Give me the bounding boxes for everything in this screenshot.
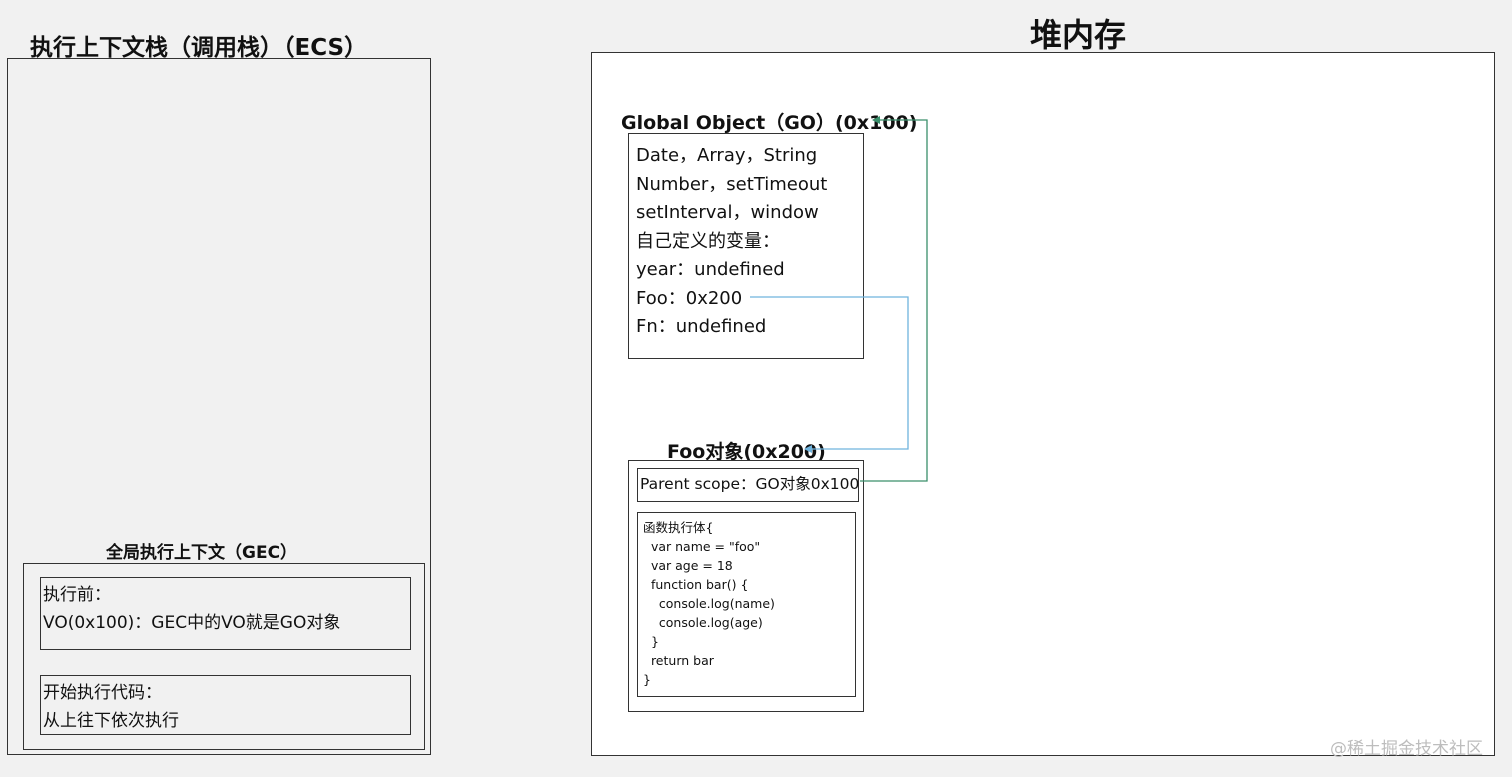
code-line: function bar() { [643,577,749,592]
go-line: 自己定义的变量： [636,230,780,252]
gec-before-line1: 执行前： [43,585,111,605]
go-line: Date，Array，String [636,145,818,166]
go-line: setInterval，window [636,202,819,223]
gec-start-box: 开始执行代码： 从上往下依次执行 [40,675,411,735]
code-line: } [643,672,651,687]
code-line: var name = "foo" [643,539,761,554]
parent-scope: Parent scope：GO对象0x100 [637,468,859,502]
gec-before-box: 执行前： VO(0x100)：GEC中的VO就是GO对象 [40,577,411,650]
go-line: Number，setTimeout [636,173,828,195]
go-title: Global Object（GO）(0x100) [621,112,918,134]
ecs-title: 执行上下文栈（调用栈）（ECS） [30,35,368,61]
code-line: 函数执行体{ [643,520,714,535]
code-line: } [643,634,659,649]
function-body: 函数执行体{ var name = "foo" var age = 18 fun… [637,512,856,697]
heap-title: 堆内存 [1030,16,1127,54]
code-line: console.log(age) [643,615,763,630]
gec-start-line1: 开始执行代码： [43,683,162,703]
code-line: return bar [643,653,714,668]
go-line-foo: Foo：0x200 [636,287,743,309]
go-box: Date，Array，String Number，setTimeout setI… [628,133,864,359]
watermark: @稀土掘金技术社区 [1330,739,1483,759]
code-line: var age = 18 [643,558,733,573]
code-line: console.log(name) [643,596,775,611]
gec-title: 全局执行上下文（GEC） [106,543,298,563]
go-line: year：undefined [636,259,785,280]
gec-before-line2: VO(0x100)：GEC中的VO就是GO对象 [43,613,341,633]
gec-start-line2: 从上往下依次执行 [43,711,179,731]
go-line: Fn：undefined [636,316,767,337]
